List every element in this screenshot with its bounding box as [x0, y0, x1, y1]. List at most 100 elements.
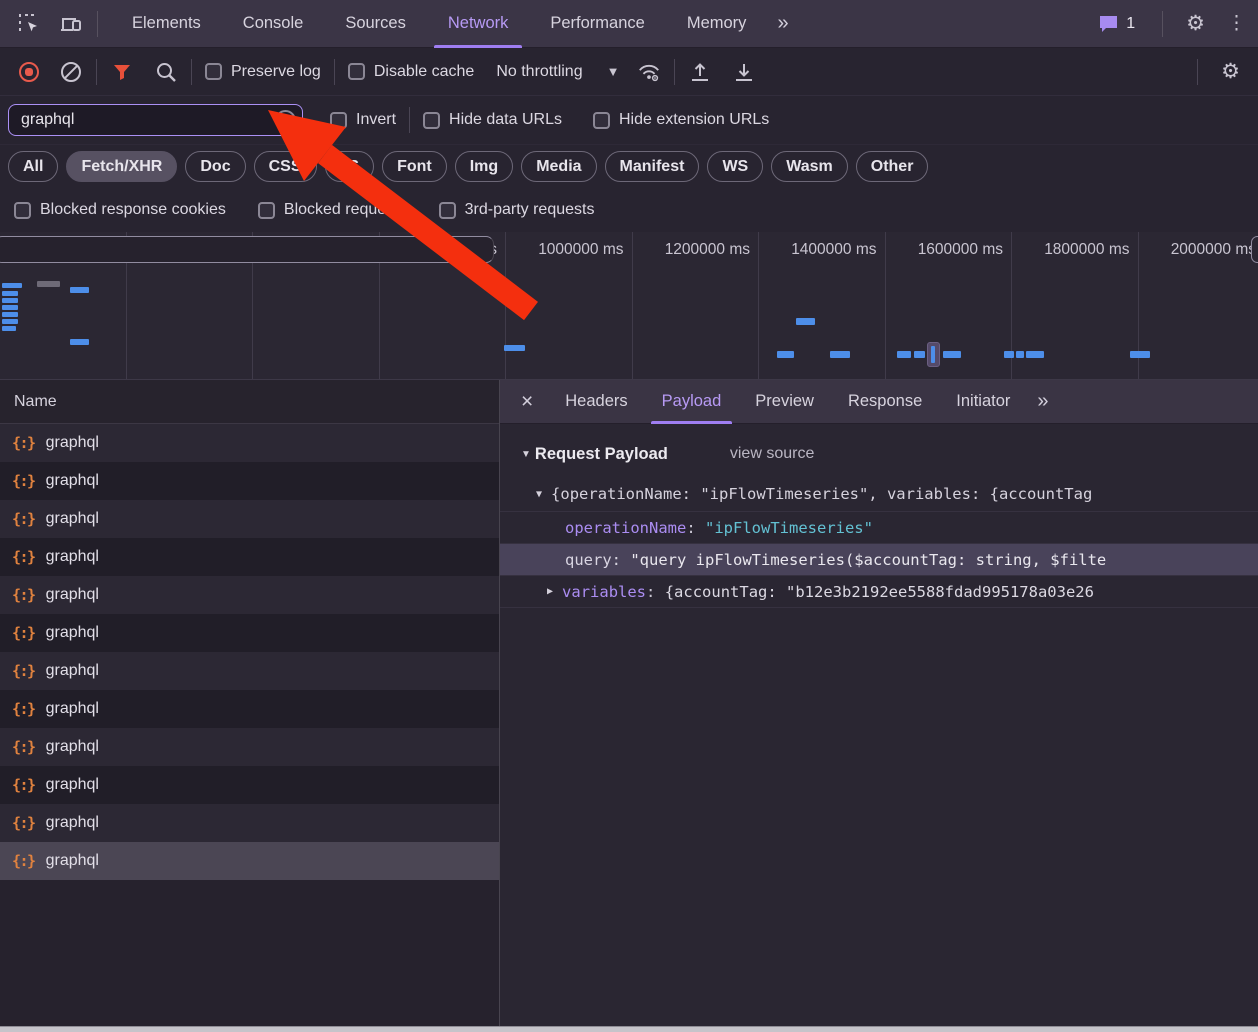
- import-har-icon[interactable]: [688, 60, 712, 84]
- waterfall-bar: [897, 351, 911, 358]
- panel-tab[interactable]: Console: [222, 0, 325, 48]
- export-har-icon[interactable]: [732, 60, 756, 84]
- preserve-log-checkbox[interactable]: Preserve log: [205, 63, 321, 81]
- hide-data-urls-checkbox[interactable]: Hide data URLs: [423, 111, 562, 129]
- overview-right-handle[interactable]: [1251, 236, 1258, 263]
- overview-left-handle[interactable]: [0, 236, 494, 263]
- fetch-xhr-icon: {:}: [12, 548, 36, 566]
- network-conditions-icon[interactable]: [637, 60, 661, 84]
- fetch-xhr-icon: {:}: [12, 434, 36, 452]
- request-name: graphql: [45, 586, 99, 603]
- request-list-panel: Name {:} graphql {:} graphql {:} graphql…: [0, 380, 500, 1026]
- resource-type-pill[interactable]: All: [8, 151, 59, 182]
- more-options-icon[interactable]: ⋮: [1215, 14, 1258, 33]
- waterfall-bar: [1004, 351, 1014, 358]
- resource-type-pill[interactable]: JS: [324, 151, 375, 182]
- request-name: graphql: [45, 814, 99, 831]
- request-row[interactable]: {:} graphql: [0, 842, 499, 880]
- detail-tab[interactable]: Response: [831, 380, 939, 424]
- resource-type-pill[interactable]: WS: [707, 151, 764, 182]
- request-row[interactable]: {:} graphql: [0, 766, 499, 804]
- more-panels-icon[interactable]: »: [767, 12, 796, 35]
- detail-tab[interactable]: Payload: [645, 380, 739, 424]
- resource-type-pill[interactable]: Font: [382, 151, 447, 182]
- disable-cache-checkbox[interactable]: Disable cache: [347, 63, 474, 81]
- panel-tab[interactable]: Network: [427, 0, 530, 48]
- panel-tab[interactable]: Elements: [111, 0, 222, 48]
- checkbox-box[interactable]: [592, 111, 610, 129]
- request-row[interactable]: {:} graphql: [0, 462, 499, 500]
- checkbox-box[interactable]: [14, 201, 31, 219]
- request-row[interactable]: {:} graphql: [0, 728, 499, 766]
- payload-row-variables[interactable]: ▶ variables: {accountTag: "b12e3b2192ee5…: [500, 575, 1258, 607]
- collapse-triangle-icon[interactable]: ▼: [536, 489, 542, 500]
- collapse-triangle-icon[interactable]: ▼: [521, 449, 531, 460]
- request-row[interactable]: {:} graphql: [0, 500, 499, 538]
- resource-type-pill[interactable]: Fetch/XHR: [66, 151, 178, 182]
- request-row[interactable]: {:} graphql: [0, 690, 499, 728]
- request-row[interactable]: {:} graphql: [0, 652, 499, 690]
- name-column-header[interactable]: Name: [0, 380, 499, 424]
- network-overview-timeline[interactable]: 200000 ms400000 ms600000 ms800000 ms1000…: [0, 232, 1258, 380]
- record-network-log-icon[interactable]: [19, 61, 39, 82]
- waterfall-bar: [2, 305, 18, 310]
- resource-type-pill[interactable]: Wasm: [771, 151, 848, 182]
- checkbox-box[interactable]: [347, 63, 365, 80]
- clear-network-log-icon[interactable]: [59, 60, 83, 84]
- filter-checkbox[interactable]: Blocked requests: [257, 201, 407, 219]
- close-panel-icon[interactable]: ×: [500, 391, 548, 412]
- payload-view: ▼ Request Payload view source ▼ {operati…: [500, 424, 1258, 1026]
- checkbox-box[interactable]: [438, 201, 456, 219]
- resource-type-pill[interactable]: Media: [521, 151, 597, 182]
- resource-type-pill[interactable]: Doc: [185, 151, 246, 182]
- invert-checkbox[interactable]: Invert: [330, 111, 396, 129]
- payload-preview-line[interactable]: ▼ {operationName: "ipFlowTimeseries", va…: [500, 477, 1258, 511]
- checkbox-box[interactable]: [257, 201, 275, 219]
- waterfall-bar: [914, 351, 925, 358]
- fetch-xhr-icon: {:}: [12, 738, 36, 756]
- view-source-link[interactable]: view source: [730, 445, 814, 463]
- filter-checkbox[interactable]: Blocked response cookies: [14, 201, 226, 219]
- resource-type-pill[interactable]: Img: [454, 151, 514, 182]
- request-row[interactable]: {:} graphql: [0, 804, 499, 842]
- filter-input[interactable]: [8, 104, 303, 136]
- clear-filter-icon[interactable]: ×: [275, 110, 296, 131]
- filter-checkbox[interactable]: 3rd-party requests: [438, 201, 594, 219]
- resource-type-pill[interactable]: Other: [855, 151, 929, 182]
- payload-section-title: Request Payload: [534, 444, 668, 463]
- waterfall-bar: [2, 312, 18, 317]
- panel-tab[interactable]: Memory: [666, 0, 768, 48]
- waterfall-bar: [777, 351, 794, 358]
- hide-extension-urls-checkbox[interactable]: Hide extension URLs: [592, 111, 769, 129]
- detail-tab[interactable]: Headers: [548, 380, 644, 424]
- issues-counter[interactable]: 1: [1098, 14, 1135, 34]
- request-name: graphql: [45, 852, 99, 869]
- detail-tab[interactable]: Preview: [738, 380, 831, 424]
- request-row[interactable]: {:} graphql: [0, 424, 499, 462]
- checkbox-box[interactable]: [423, 111, 441, 129]
- checkbox-box[interactable]: [205, 63, 222, 80]
- request-row[interactable]: {:} graphql: [0, 538, 499, 576]
- checkbox-box[interactable]: [330, 111, 347, 129]
- panel-tab[interactable]: Sources: [324, 0, 427, 48]
- more-detail-tabs-icon[interactable]: »: [1027, 390, 1056, 413]
- throttling-dropdown[interactable]: No throttling ▼: [496, 63, 619, 81]
- detail-tab[interactable]: Initiator: [939, 380, 1027, 424]
- device-toolbar-icon[interactable]: [58, 11, 84, 37]
- search-icon[interactable]: [154, 60, 178, 84]
- request-row[interactable]: {:} graphql: [0, 614, 499, 652]
- settings-gear-icon[interactable]: ⚙: [1176, 13, 1215, 34]
- request-row[interactable]: {:} graphql: [0, 576, 499, 614]
- panel-tab[interactable]: Performance: [529, 0, 665, 48]
- network-settings-gear-icon[interactable]: ⚙: [1211, 61, 1250, 82]
- payload-row-query[interactable]: query: "query ipFlowTimeseries($accountT…: [500, 543, 1258, 575]
- expand-triangle-icon[interactable]: ▶: [547, 586, 553, 597]
- resource-type-pill[interactable]: Manifest: [604, 151, 700, 182]
- request-name: graphql: [45, 548, 99, 565]
- waterfall-selected-marker: [927, 342, 940, 367]
- payload-row-operation-name[interactable]: operationName: "ipFlowTimeseries": [500, 511, 1258, 543]
- resource-type-pill[interactable]: CSS: [253, 151, 317, 182]
- request-rows: {:} graphql {:} graphql {:} graphql {:} …: [0, 424, 499, 1026]
- filter-funnel-icon[interactable]: [110, 60, 134, 84]
- inspect-element-icon[interactable]: [16, 11, 42, 37]
